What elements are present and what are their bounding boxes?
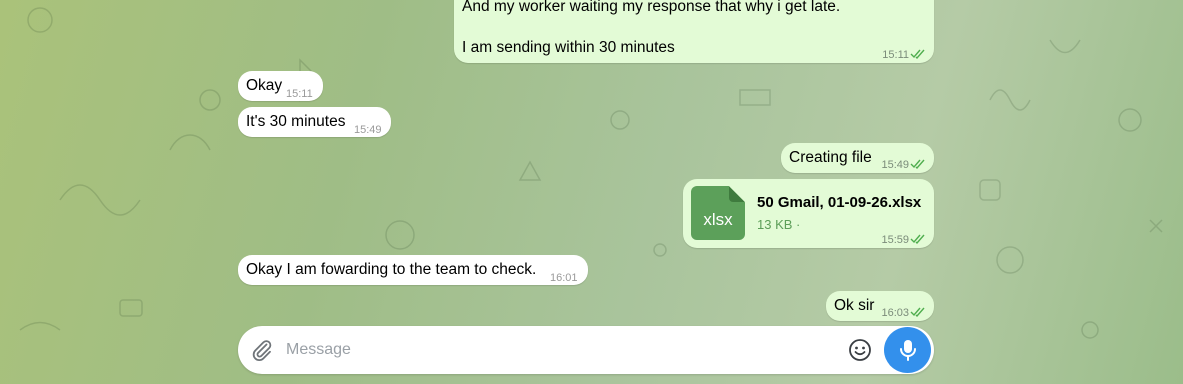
message-time: 15:11 — [286, 88, 313, 100]
double-check-icon — [910, 159, 925, 169]
message-bubble-outgoing[interactable]: Ok sir 16:03 — [826, 291, 934, 321]
microphone-button[interactable] — [884, 327, 931, 373]
message-time: 16:01 — [550, 272, 578, 284]
paperclip-icon[interactable] — [250, 338, 274, 362]
message-time: 15:59 — [881, 234, 909, 246]
message-meta: 16:03 — [881, 303, 926, 323]
double-check-icon — [910, 234, 925, 244]
message-text: It's 30 minutes — [246, 113, 346, 130]
message-text: Creating file — [789, 149, 872, 166]
message-input[interactable]: Message — [286, 341, 351, 359]
message-text: Okay I am fowarding to the team to check… — [246, 261, 537, 278]
microphone-icon — [899, 340, 916, 361]
message-text-line: And my worker waiting my response that w… — [462, 0, 841, 15]
file-size: 13 KB · — [757, 217, 801, 232]
message-bubble-outgoing[interactable]: Creating file 15:49 — [781, 143, 934, 173]
message-meta: 15:49 — [881, 155, 926, 175]
message-text: Okay — [246, 77, 283, 94]
file-type-label: xlsx — [703, 210, 733, 229]
message-time: 15:49 — [881, 159, 909, 171]
message-time: 15:49 — [354, 124, 382, 136]
message-bubble-outgoing[interactable]: And my worker waiting my response that w… — [454, 0, 934, 63]
message-text-line: I am sending within 30 minutes — [462, 39, 675, 56]
double-check-icon — [910, 307, 925, 317]
message-bubble-incoming[interactable]: Okay 15:11 — [238, 71, 323, 101]
smiley-icon[interactable] — [848, 338, 872, 362]
message-composer: Message — [238, 326, 934, 374]
message-bubble-incoming[interactable]: It's 30 minutes 15:49 — [238, 107, 391, 137]
message-meta: 15:11 — [882, 45, 926, 65]
double-check-icon — [910, 49, 925, 59]
message-meta: 15:59 — [881, 230, 926, 250]
message-time: 15:11 — [882, 49, 909, 61]
message-text: Ok sir — [834, 297, 875, 314]
message-time: 16:03 — [881, 307, 909, 319]
xlsx-file-icon[interactable]: xlsx — [691, 186, 745, 240]
message-bubble-incoming[interactable]: Okay I am fowarding to the team to check… — [238, 255, 588, 285]
file-message-bubble[interactable]: xlsx 50 Gmail, 01-09-26.xlsx 13 KB · 15:… — [683, 179, 934, 248]
file-name: 50 Gmail, 01-09-26.xlsx — [757, 194, 922, 211]
